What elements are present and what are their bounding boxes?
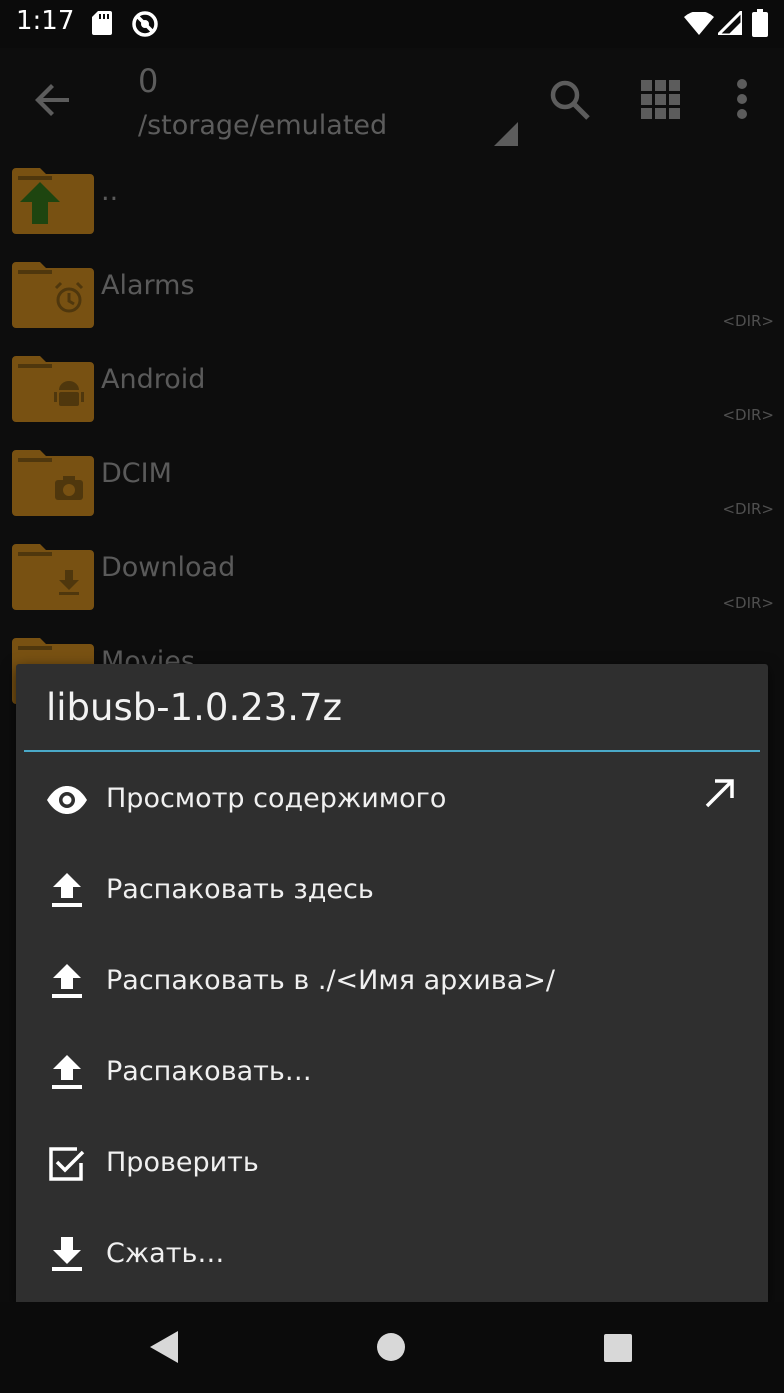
wifi-icon: [684, 11, 714, 40]
compress-icon: [46, 1234, 88, 1276]
system-nav-bar: [0, 1302, 784, 1393]
dialog-title: libusb-1.0.23.7z: [46, 686, 343, 729]
battery-icon: [752, 9, 768, 41]
menu-item-label: Распаковать здесь: [106, 874, 374, 905]
checkbox-icon: [46, 1143, 88, 1185]
menu-item-label: Распаковать в ./<Имя архива>/: [106, 965, 555, 996]
menu-item-compress[interactable]: Сжать…: [16, 1210, 768, 1301]
menu-item-label: Просмотр содержимого: [106, 783, 447, 814]
title-divider: [24, 750, 760, 752]
sd-card-icon: [92, 11, 112, 39]
extract-icon: [46, 1052, 88, 1094]
nav-back-icon[interactable]: [148, 1330, 180, 1368]
eye-icon: [46, 779, 88, 821]
menu-item-label: Проверить: [106, 1147, 259, 1178]
menu-item-label: Сжать…: [106, 1238, 225, 1269]
status-bar: 1:17: [0, 0, 784, 48]
nav-recent-icon[interactable]: [603, 1333, 633, 1367]
menu-item-extract-to-folder[interactable]: Распаковать в ./<Имя архива>/: [16, 937, 768, 1028]
menu-item-extract-here[interactable]: Распаковать здесь: [16, 846, 768, 937]
archive-context-dialog: libusb-1.0.23.7z Просмотр содержимого Ра…: [16, 664, 768, 1302]
status-time: 1:17: [16, 6, 75, 36]
open-external-icon[interactable]: [704, 777, 736, 813]
extract-icon: [46, 961, 88, 1003]
menu-item-test[interactable]: Проверить: [16, 1119, 768, 1210]
nav-home-icon[interactable]: [376, 1332, 406, 1366]
cell-signal-icon: [714, 7, 744, 39]
menu-item-extract[interactable]: Распаковать…: [16, 1028, 768, 1119]
extract-icon: [46, 870, 88, 912]
do-not-disturb-icon: [131, 10, 159, 42]
menu-item-label: Распаковать…: [106, 1056, 312, 1087]
menu-item-view-contents[interactable]: Просмотр содержимого: [16, 755, 768, 846]
